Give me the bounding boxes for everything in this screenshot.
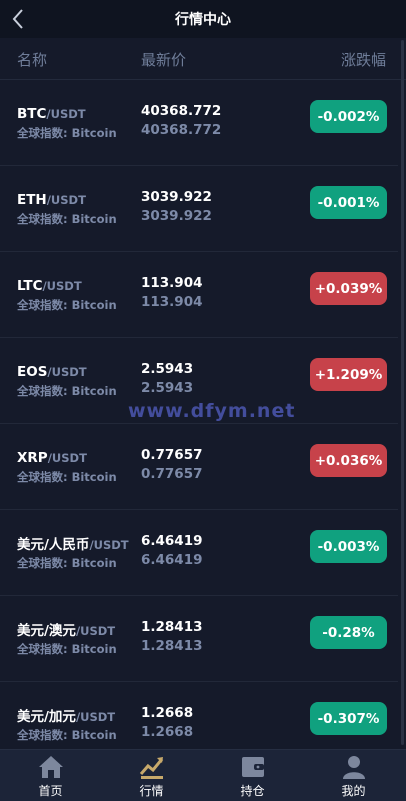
symbol-quote: /USDT (46, 193, 86, 207)
symbol-base: 美元/澳元 (17, 623, 76, 639)
market-row[interactable]: LTC/USDT 全球指数: Bitcoin 113.904 113.904 +0.03… (0, 252, 398, 338)
latest-price: 1.28413 (141, 619, 203, 635)
symbol-quote: /USDT (47, 365, 87, 379)
watermark: www.dfym.net (128, 400, 296, 422)
market-row[interactable]: XRP/USDT 全球指数: Bitcoin 0.77657 0.77657 +0.03… (0, 424, 398, 510)
latest-price: 3039.922 (141, 189, 212, 205)
market-row[interactable]: ETH/USDT 全球指数: Bitcoin 3039.922 3039.922 -0.… (0, 166, 398, 252)
index-label: 全球指数: Bitcoin (17, 556, 117, 570)
index-label: 全球指数: Bitcoin (17, 298, 117, 312)
column-price-label: 最新价 (141, 51, 187, 69)
column-name-label: 名称 (17, 51, 48, 69)
symbol-base: 美元/加元 (17, 709, 76, 725)
tab-profile-label: 我的 (341, 784, 366, 798)
tab-market[interactable]: 行情 (101, 750, 202, 801)
reference-price: 1.28413 (141, 638, 203, 654)
tab-holdings-label: 持仓 (240, 784, 265, 798)
index-label: 全球指数: Bitcoin (17, 384, 117, 398)
latest-price: 1.2668 (141, 705, 194, 721)
home-icon (38, 756, 63, 778)
change-badge[interactable]: +1.209% (310, 358, 387, 391)
reference-price: 1.2668 (141, 724, 194, 740)
tab-profile[interactable]: 我的 (303, 750, 404, 801)
symbol: XRP/USDT (17, 447, 87, 466)
tab-home[interactable]: 首页 (0, 750, 101, 801)
market-row[interactable]: 美元/澳元/USDT 全球指数: Bitcoin 1.28413 1.28413 -0.… (0, 596, 398, 682)
symbol-quote: /USDT (47, 451, 87, 465)
symbol: 美元/人民币/USDT (17, 533, 129, 553)
market-row[interactable]: 美元/人民币/USDT 全球指数: Bitcoin 6.46419 6.46419 -0… (0, 510, 398, 596)
page-title: 行情中心 (175, 12, 231, 28)
scrollbar[interactable] (401, 40, 404, 745)
back-button[interactable] (6, 4, 30, 34)
change-badge[interactable]: +0.039% (310, 272, 387, 305)
index-label: 全球指数: Bitcoin (17, 126, 117, 140)
chart-icon (139, 757, 163, 779)
user-icon (342, 756, 365, 779)
change-badge[interactable]: -0.002% (310, 100, 387, 133)
symbol: 美元/澳元/USDT (17, 619, 115, 639)
symbol-quote: /USDT (89, 538, 129, 552)
reference-price: 0.77657 (141, 466, 203, 482)
latest-price: 113.904 (141, 275, 203, 291)
symbol-quote: /USDT (75, 624, 116, 638)
latest-price: 2.5943 (141, 361, 194, 377)
symbol-quote: /USDT (75, 710, 116, 724)
symbol-base: EOS (17, 364, 48, 380)
symbol-base: ETH (17, 192, 47, 208)
market-row[interactable]: BTC/USDT 全球指数: Bitcoin 40368.772 40368.772 -… (0, 80, 398, 166)
symbol: BTC/USDT (17, 103, 86, 122)
reference-price: 3039.922 (141, 208, 212, 224)
column-change-label: 涨跌幅 (341, 51, 387, 69)
latest-price: 6.46419 (141, 533, 203, 549)
latest-price: 0.77657 (141, 447, 203, 463)
symbol-base: XRP (17, 450, 48, 466)
reference-price: 40368.772 (141, 122, 222, 138)
reference-price: 113.904 (141, 294, 203, 310)
index-label: 全球指数: Bitcoin (17, 642, 117, 656)
index-label: 全球指数: Bitcoin (17, 728, 117, 742)
symbol: 美元/加元/USDT (17, 705, 115, 725)
change-badge[interactable]: -0.003% (310, 530, 387, 563)
change-badge[interactable]: -0.001% (310, 186, 387, 219)
symbol-quote: /USDT (42, 279, 82, 293)
tab-market-label: 行情 (139, 784, 164, 798)
chevron-left-icon (12, 9, 23, 29)
index-label: 全球指数: Bitcoin (17, 470, 117, 484)
tab-holdings[interactable]: 持仓 (202, 750, 303, 801)
latest-price: 40368.772 (141, 103, 222, 119)
bottom-tab-bar: 首页 行情 持仓 我的 (0, 749, 406, 801)
symbol-base: 美元/人民币 (17, 537, 90, 553)
symbol-base: LTC (17, 278, 43, 294)
top-bar: 行情中心 (0, 0, 406, 38)
symbol: LTC/USDT (17, 275, 82, 294)
symbol-quote: /USDT (46, 107, 86, 121)
symbol-base: BTC (17, 106, 47, 122)
change-badge[interactable]: -0.28% (310, 616, 387, 649)
reference-price: 6.46419 (141, 552, 203, 568)
symbol: ETH/USDT (17, 189, 86, 208)
column-header: 名称 最新价 涨跌幅 (0, 38, 406, 80)
wallet-icon (241, 757, 264, 777)
symbol: EOS/USDT (17, 361, 87, 380)
tab-home-label: 首页 (38, 784, 63, 798)
change-badge[interactable]: +0.036% (310, 444, 387, 477)
index-label: 全球指数: Bitcoin (17, 212, 117, 226)
reference-price: 2.5943 (141, 380, 194, 396)
market-row[interactable]: 美元/加元/USDT 全球指数: Bitcoin 1.2668 1.2668 -0.30… (0, 682, 398, 749)
change-badge[interactable]: -0.307% (310, 702, 387, 735)
